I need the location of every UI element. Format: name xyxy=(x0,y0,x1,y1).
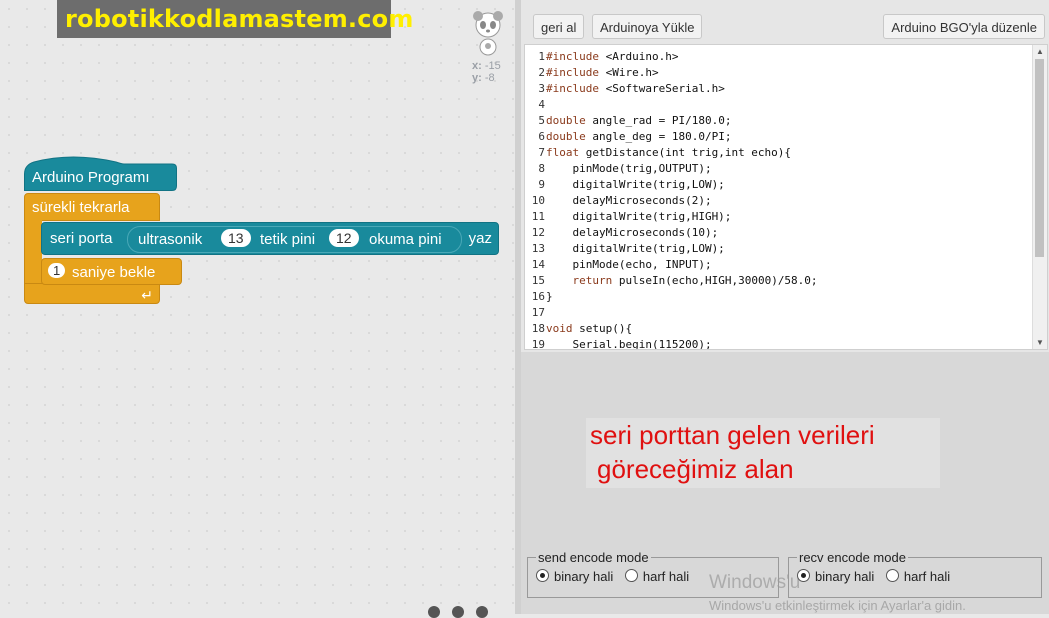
forever-loop-block[interactable]: sürekli tekrarla xyxy=(24,193,160,221)
edit-in-ide-button[interactable]: Arduino BGO'yla düzenle xyxy=(883,14,1045,39)
echo-pin-input[interactable]: 12 xyxy=(329,229,359,247)
arduino-program-label: Arduino Programı xyxy=(32,169,150,186)
site-watermark-text: robotikkodlamastem.com xyxy=(65,5,414,33)
trig-pin-label: tetik pini xyxy=(260,231,316,248)
line-number: 10 xyxy=(531,194,545,207)
zoom-controls[interactable] xyxy=(428,606,498,618)
recv-encode-mode: recv encode mode binary hali harf hali xyxy=(788,550,1042,598)
zoom-out-icon[interactable] xyxy=(428,606,440,618)
send-encode-legend: send encode mode xyxy=(538,550,649,565)
send-text-option[interactable]: harf hali xyxy=(624,569,689,584)
upload-to-arduino-button[interactable]: Arduinoya Yükle xyxy=(592,14,703,39)
block-workspace[interactable]: robotikkodlamastem.com x: -15 y: -8 Ardu… xyxy=(0,0,515,618)
line-number: 9 xyxy=(538,178,545,191)
loop-arrow-icon: ↵ xyxy=(141,287,153,303)
recv-text-radio[interactable] xyxy=(885,569,899,582)
zoom-in-icon[interactable] xyxy=(476,606,488,618)
coord-y-value: -8 xyxy=(484,72,495,84)
site-watermark: robotikkodlamastem.com xyxy=(57,0,413,38)
code-line: void setup(){ xyxy=(546,322,633,335)
serial-console[interactable]: seri porttan gelen verileri göreceğimiz … xyxy=(521,352,1049,614)
arduino-program-block[interactable]: Arduino Programı xyxy=(24,152,177,191)
console-annotation: seri porttan gelen verileri göreceğimiz … xyxy=(586,418,940,488)
line-number: 7 xyxy=(538,146,545,159)
serial-write-label: seri porta xyxy=(50,230,113,247)
code-panel: geri al Arduinoya Yükle Arduino BGO'yla … xyxy=(521,0,1049,614)
code-line: float getDistance(int trig,int echo){ xyxy=(546,146,792,159)
line-number: 13 xyxy=(531,242,545,255)
line-number: 11 xyxy=(531,210,545,223)
line-number: 3 xyxy=(538,82,545,95)
code-editor[interactable]: 1 2 3 4 5 6 7 8 9 10 11 12 13 14 15 16 17 18 19 #include <… xyxy=(524,44,1048,350)
send-binary-option[interactable]: binary hali xyxy=(536,569,613,584)
line-number: 8 xyxy=(538,162,545,175)
recv-binary-radio[interactable] xyxy=(797,569,810,582)
send-binary-radio[interactable] xyxy=(536,569,549,582)
coord-x-value: -15 xyxy=(484,60,501,72)
ultrasonic-label: ultrasonik xyxy=(138,231,203,248)
line-number: 17 xyxy=(531,306,545,319)
serial-write-suffix: yaz xyxy=(468,230,492,247)
forever-loop-end[interactable]: ↵ xyxy=(24,283,160,304)
wait-seconds-input[interactable]: 1 xyxy=(48,263,66,278)
forever-loop-arm xyxy=(24,220,42,284)
echo-pin-label: okuma pini xyxy=(369,231,442,248)
code-text[interactable]: #include <Arduino.h> #include <Wire.h> #in… xyxy=(546,49,818,350)
line-number: 4 xyxy=(538,98,545,111)
line-number: 5 xyxy=(538,114,545,127)
code-line: digitalWrite(trig,LOW); xyxy=(546,178,725,191)
line-number: 1 xyxy=(538,50,545,63)
line-number: 16 xyxy=(531,290,545,303)
code-line: Serial.begin(115200); xyxy=(546,338,712,350)
editor-scroll-thumb[interactable] xyxy=(1035,59,1044,257)
recv-encode-legend: recv encode mode xyxy=(799,550,906,565)
code-line: delayMicroseconds(2); xyxy=(546,194,712,207)
send-text-radio[interactable] xyxy=(624,569,638,582)
code-line: digitalWrite(trig,LOW); xyxy=(546,242,725,255)
code-line: #include <Arduino.h> xyxy=(546,50,679,63)
code-line: double angle_rad = PI/180.0; xyxy=(546,114,732,127)
code-line: double angle_deg = 180.0/PI; xyxy=(546,130,732,143)
console-note-line2: göreceğimiz alan xyxy=(597,454,794,484)
line-number: 2 xyxy=(538,66,545,79)
recv-binary-option[interactable]: binary hali xyxy=(797,569,874,584)
line-number: 12 xyxy=(531,226,545,239)
scroll-down-icon[interactable]: ▼ xyxy=(1036,338,1044,347)
ultrasonic-reporter-block[interactable]: ultrasonik 13 tetik pini 12 okuma pini xyxy=(127,226,462,253)
line-number: 14 xyxy=(531,258,545,271)
windows-watermark-sub: Windows'u etkinleştirmek için Ayarlar'a … xyxy=(709,598,966,613)
code-line: digitalWrite(trig,HIGH); xyxy=(546,210,732,223)
panda-mascot-icon xyxy=(473,11,503,56)
code-line: pinMode(trig,OUTPUT); xyxy=(546,162,712,175)
line-numbers: 1 2 3 4 5 6 7 8 9 10 11 12 13 14 15 16 17 18 19 xyxy=(525,49,545,350)
undo-button[interactable]: geri al xyxy=(533,14,585,39)
code-line: } xyxy=(546,290,553,303)
line-number: 6 xyxy=(538,130,545,143)
line-number: 19 xyxy=(531,338,545,350)
line-number: 18 xyxy=(531,322,545,335)
forever-loop-label: sürekli tekrarla xyxy=(32,199,130,216)
code-line: pinMode(echo, INPUT); xyxy=(546,258,712,271)
recv-text-option[interactable]: harf hali xyxy=(885,569,950,584)
serial-write-block[interactable]: seri porta ultrasonik 13 tetik pini 12 o… xyxy=(41,222,499,255)
code-line: #include <Wire.h> xyxy=(546,66,659,79)
wait-seconds-block[interactable]: 1 saniye bekle xyxy=(41,258,182,285)
line-number: 15 xyxy=(531,274,545,287)
zoom-reset-icon[interactable] xyxy=(452,606,464,618)
send-encode-mode: send encode mode binary hali harf hali xyxy=(527,550,779,598)
code-line: #include <SoftwareSerial.h> xyxy=(546,82,725,95)
cursor-coordinates: x: -15 y: -8 xyxy=(472,60,501,84)
wait-seconds-label: saniye bekle xyxy=(72,264,156,281)
console-note-line1: seri porttan gelen verileri xyxy=(590,420,875,450)
scroll-up-icon[interactable]: ▲ xyxy=(1036,47,1044,56)
trig-pin-input[interactable]: 13 xyxy=(221,229,251,247)
code-line: delayMicroseconds(10); xyxy=(546,226,719,239)
editor-scrollbar[interactable]: ▲ ▼ xyxy=(1032,45,1047,349)
code-line: return pulseIn(echo,HIGH,30000)/58.0; xyxy=(572,274,818,287)
